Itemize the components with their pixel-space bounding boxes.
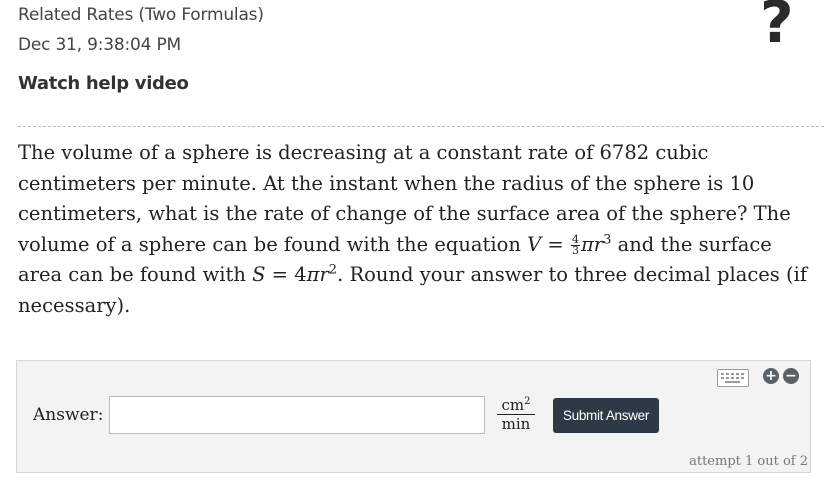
fraction-denominator: 3	[571, 243, 579, 257]
answer-label: Answer:	[33, 405, 104, 425]
eq1-pi-r: πr	[580, 232, 604, 256]
eq1-equals: =	[541, 232, 570, 256]
unit-numerator: cm2	[497, 397, 535, 415]
keyboard-icon[interactable]	[717, 369, 749, 387]
watch-help-video-link[interactable]: Watch help video	[18, 73, 189, 94]
eq2-pi-r: πr	[306, 263, 329, 286]
eq1-lhs: V	[527, 232, 542, 256]
question-mark-icon[interactable]: ?	[760, 0, 794, 56]
attempt-counter: attempt 1 out of 2	[689, 454, 808, 469]
eq2-lhs: S	[252, 263, 266, 286]
timestamp: Dec 31, 9:38:04 PM	[18, 35, 181, 55]
answer-units: cm2 min	[497, 397, 535, 434]
answer-input[interactable]	[109, 396, 485, 434]
eq2-exponent: 2	[328, 262, 338, 278]
submit-answer-button[interactable]: Submit Answer	[553, 398, 659, 433]
page-title: Related Rates (Two Formulas)	[18, 5, 264, 25]
unit-exponent: 2	[524, 396, 531, 407]
eq2-equals: =	[265, 263, 295, 286]
question-text: The volume of a sphere is decreasing at …	[18, 138, 818, 321]
unit-denominator: min	[501, 415, 531, 433]
minus-circle-icon[interactable]: −	[783, 368, 799, 384]
answer-panel: + − Answer: cm2 min Submit Answer attemp…	[16, 360, 811, 473]
eq2-coefficient: 4	[294, 263, 307, 286]
plus-circle-icon[interactable]: +	[763, 368, 779, 384]
fraction-four-thirds: 43	[570, 234, 580, 257]
dashed-divider	[18, 126, 824, 127]
unit-cm: cm	[501, 396, 525, 414]
